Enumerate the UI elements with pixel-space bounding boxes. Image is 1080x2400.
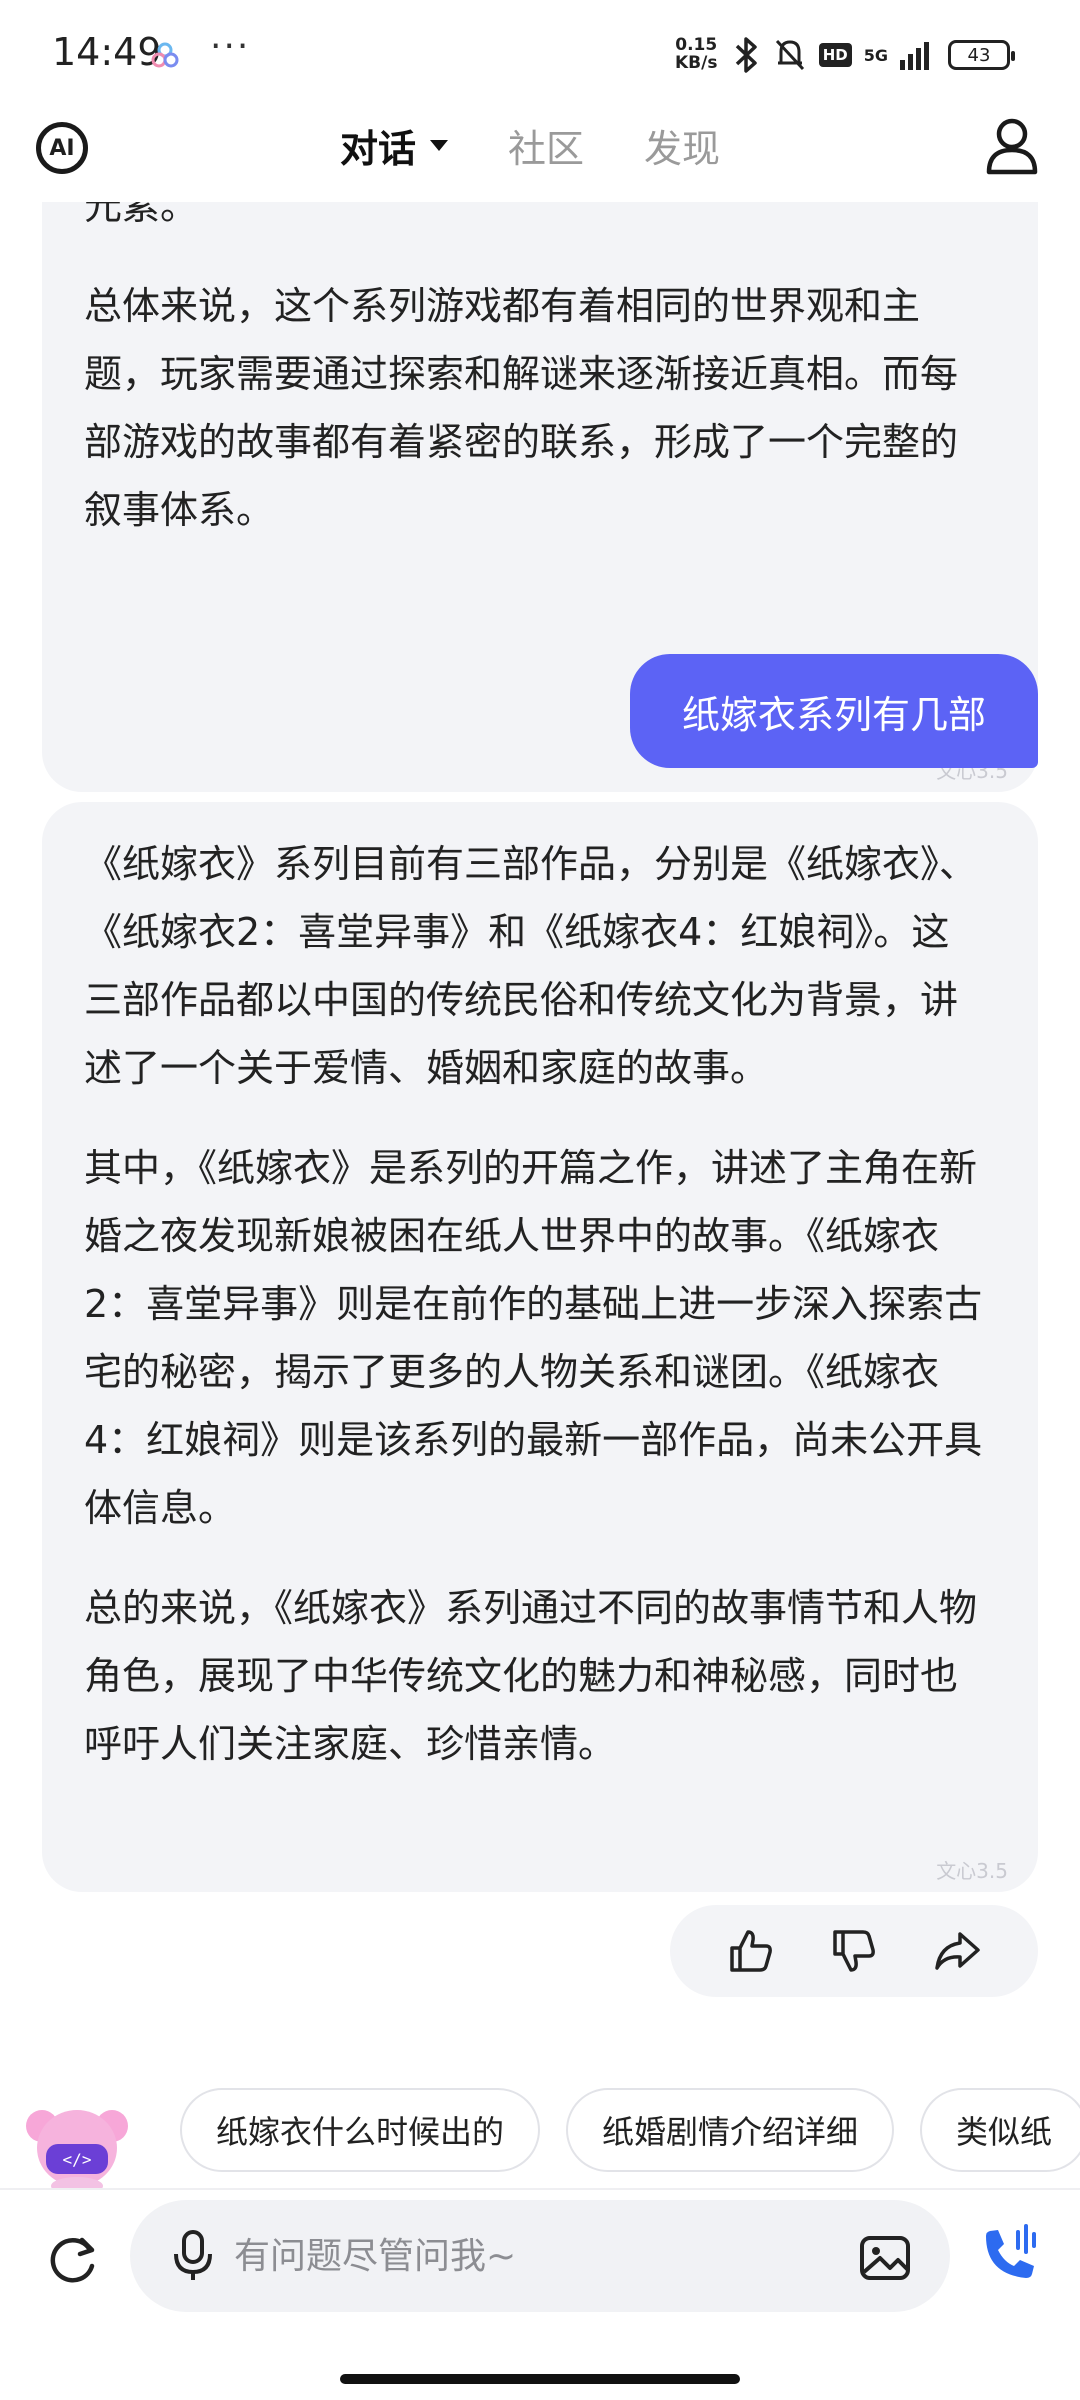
tab-discover[interactable]: 发现 <box>644 118 720 173</box>
suggestion-row: </> 纸嫁衣什么时候出的 纸婚剧情介绍详细 类似纸 <box>0 2080 1080 2190</box>
like-button[interactable] <box>723 1923 779 1979</box>
bluetooth-icon <box>735 37 757 73</box>
message-paragraph: 总的来说，《纸嫁衣》系列通过不同的故事情节和人物角色，展现了中华传统文化的魅力和… <box>84 1586 978 1766</box>
phone-call-icon[interactable] <box>976 2222 1040 2286</box>
battery-level: 43 <box>967 44 991 66</box>
battery-icon: 43 <box>948 40 1015 70</box>
message-paragraph: 总体来说，这个系列游戏都有着相同的世界观和主题，玩家需要通过探索和解谜来逐渐接近… <box>84 284 959 532</box>
input-bar <box>0 2200 1080 2320</box>
app-notification-icon <box>151 42 179 68</box>
suggestion-chip[interactable]: 类似纸 <box>920 2088 1080 2172</box>
nav-tabs: 对话 社区 发现 <box>340 118 720 173</box>
share-button[interactable] <box>929 1923 985 1979</box>
ai-logo-icon[interactable]: AI <box>36 122 88 174</box>
user-icon[interactable] <box>984 116 1040 176</box>
message-paragraph: 其中，《纸嫁衣》是系列的开篇之作，讲述了主角在新婚之夜发现新娘被困在纸人世界中的… <box>84 1146 983 1530</box>
mic-icon[interactable] <box>168 2228 218 2284</box>
input-box[interactable] <box>130 2200 950 2312</box>
model-watermark: 文心3.5 <box>936 1859 1008 1883</box>
suggestion-chips: 纸嫁衣什么时候出的 纸婚剧情介绍详细 类似纸 <box>180 2088 1080 2172</box>
bot-message: 《纸嫁衣》系列目前有三部作品，分别是《纸嫁衣》、《纸嫁衣2：喜堂异事》和《纸嫁衣… <box>42 802 1038 1892</box>
status-icons: HD 5G 43 <box>731 36 1015 74</box>
net-speed-unit: KB/s <box>675 53 718 73</box>
svg-text:</>: </> <box>63 2150 92 2169</box>
tab-chat[interactable]: 对话 <box>340 118 449 173</box>
top-nav: AI 对话 社区 发现 <box>0 110 1080 202</box>
message-actions <box>670 1905 1038 1997</box>
chevron-down-icon <box>430 140 449 151</box>
divider <box>0 2188 1080 2190</box>
logo-text: AI <box>49 135 75 161</box>
dislike-button[interactable] <box>826 1923 882 1979</box>
message-paragraph: 元素。 <box>84 202 199 228</box>
status-time: 14:49 <box>52 30 162 74</box>
status-bar: 14:49 ··· 0.15 KB/s HD 5G 43 <box>0 0 1080 110</box>
user-message: 纸嫁衣系列有几部 <box>629 654 1038 768</box>
thumbs-down-icon <box>833 1930 875 1972</box>
share-icon <box>934 1932 980 1970</box>
bell-muted-icon <box>775 39 804 71</box>
suggestion-chip[interactable]: 纸婚剧情介绍详细 <box>566 2088 895 2172</box>
signal-icon <box>900 42 929 70</box>
message-input[interactable] <box>234 2228 794 2284</box>
network-type: 5G <box>863 45 888 65</box>
image-icon[interactable] <box>856 2228 914 2286</box>
mascot-avatar-icon[interactable]: </> <box>22 2096 132 2190</box>
tab-community[interactable]: 社区 <box>508 118 584 173</box>
suggestion-chip[interactable]: 纸嫁衣什么时候出的 <box>180 2088 541 2172</box>
net-speed-value: 0.15 <box>675 35 718 55</box>
net-speed: 0.15 KB/s <box>675 36 717 72</box>
hd-badge: HD <box>818 43 852 67</box>
message-paragraph: 《纸嫁衣》系列目前有三部作品，分别是《纸嫁衣》、《纸嫁衣2：喜堂异事》和《纸嫁衣… <box>84 842 978 1090</box>
thumbs-up-icon <box>730 1930 773 1972</box>
chat-area[interactable]: 元素。 总体来说，这个系列游戏都有着相同的世界观和主题，玩家需要通过探索和解谜来… <box>0 202 1080 2082</box>
refresh-icon[interactable] <box>40 2228 104 2292</box>
status-more-icon: ··· <box>210 26 251 67</box>
tab-chat-label: 对话 <box>340 127 417 171</box>
home-indicator[interactable] <box>340 2374 740 2384</box>
